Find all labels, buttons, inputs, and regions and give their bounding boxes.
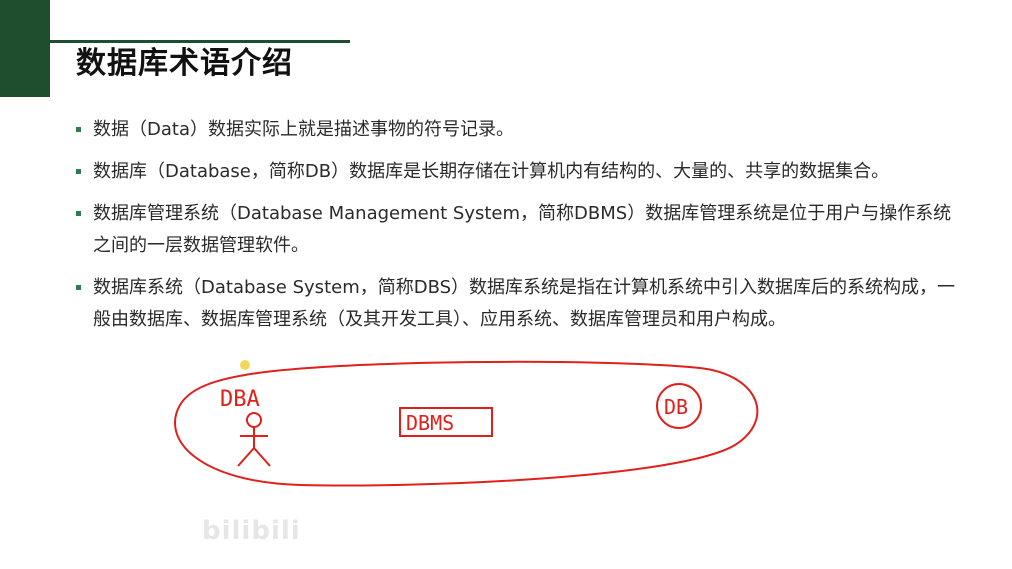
dba-label: DBA <box>220 387 260 412</box>
bullet-square-icon <box>76 211 81 216</box>
term-item-dbs: 数据库系统（Database System，简称DBS）数据库系统是指在计算机系… <box>76 272 956 336</box>
term-text: 数据库系统（Database System，简称DBS）数据库系统是指在计算机系… <box>93 277 956 330</box>
dbms-label: DBMS <box>406 411 454 435</box>
slide: 数据库术语介绍 数据（Data）数据实际上就是描述事物的符号记录。 数据库（Da… <box>0 0 1012 569</box>
slide-title: 数据库术语介绍 <box>76 46 293 81</box>
db-circle <box>656 383 702 429</box>
term-item-dbms: 数据库管理系统（Database Management System，简称DBM… <box>76 198 956 262</box>
pointer-highlight <box>240 360 250 370</box>
bilibili-watermark-logo: bilibili <box>202 516 301 546</box>
corner-accent-block <box>0 0 50 97</box>
term-list: 数据（Data）数据实际上就是描述事物的符号记录。 数据库（Database，简… <box>76 114 956 346</box>
term-text: 数据库（Database，简称DB）数据库是长期存储在计算机内有结构的、大量的、… <box>93 161 890 182</box>
term-text: 数据（Data）数据实际上就是描述事物的符号记录。 <box>93 119 514 140</box>
user-stick-figure <box>237 412 271 467</box>
term-text: 数据库管理系统（Database Management System，简称DBM… <box>93 203 952 256</box>
bullet-square-icon <box>76 127 81 132</box>
bullet-square-icon <box>76 285 81 290</box>
bullet-square-icon <box>76 169 81 174</box>
dbms-box <box>399 407 493 437</box>
term-item-data: 数据（Data）数据实际上就是描述事物的符号记录。 <box>76 114 956 146</box>
dbs-enclosure-ellipse <box>174 360 759 487</box>
term-item-database: 数据库（Database，简称DB）数据库是长期存储在计算机内有结构的、大量的、… <box>76 156 956 188</box>
db-label: DB <box>664 395 688 419</box>
